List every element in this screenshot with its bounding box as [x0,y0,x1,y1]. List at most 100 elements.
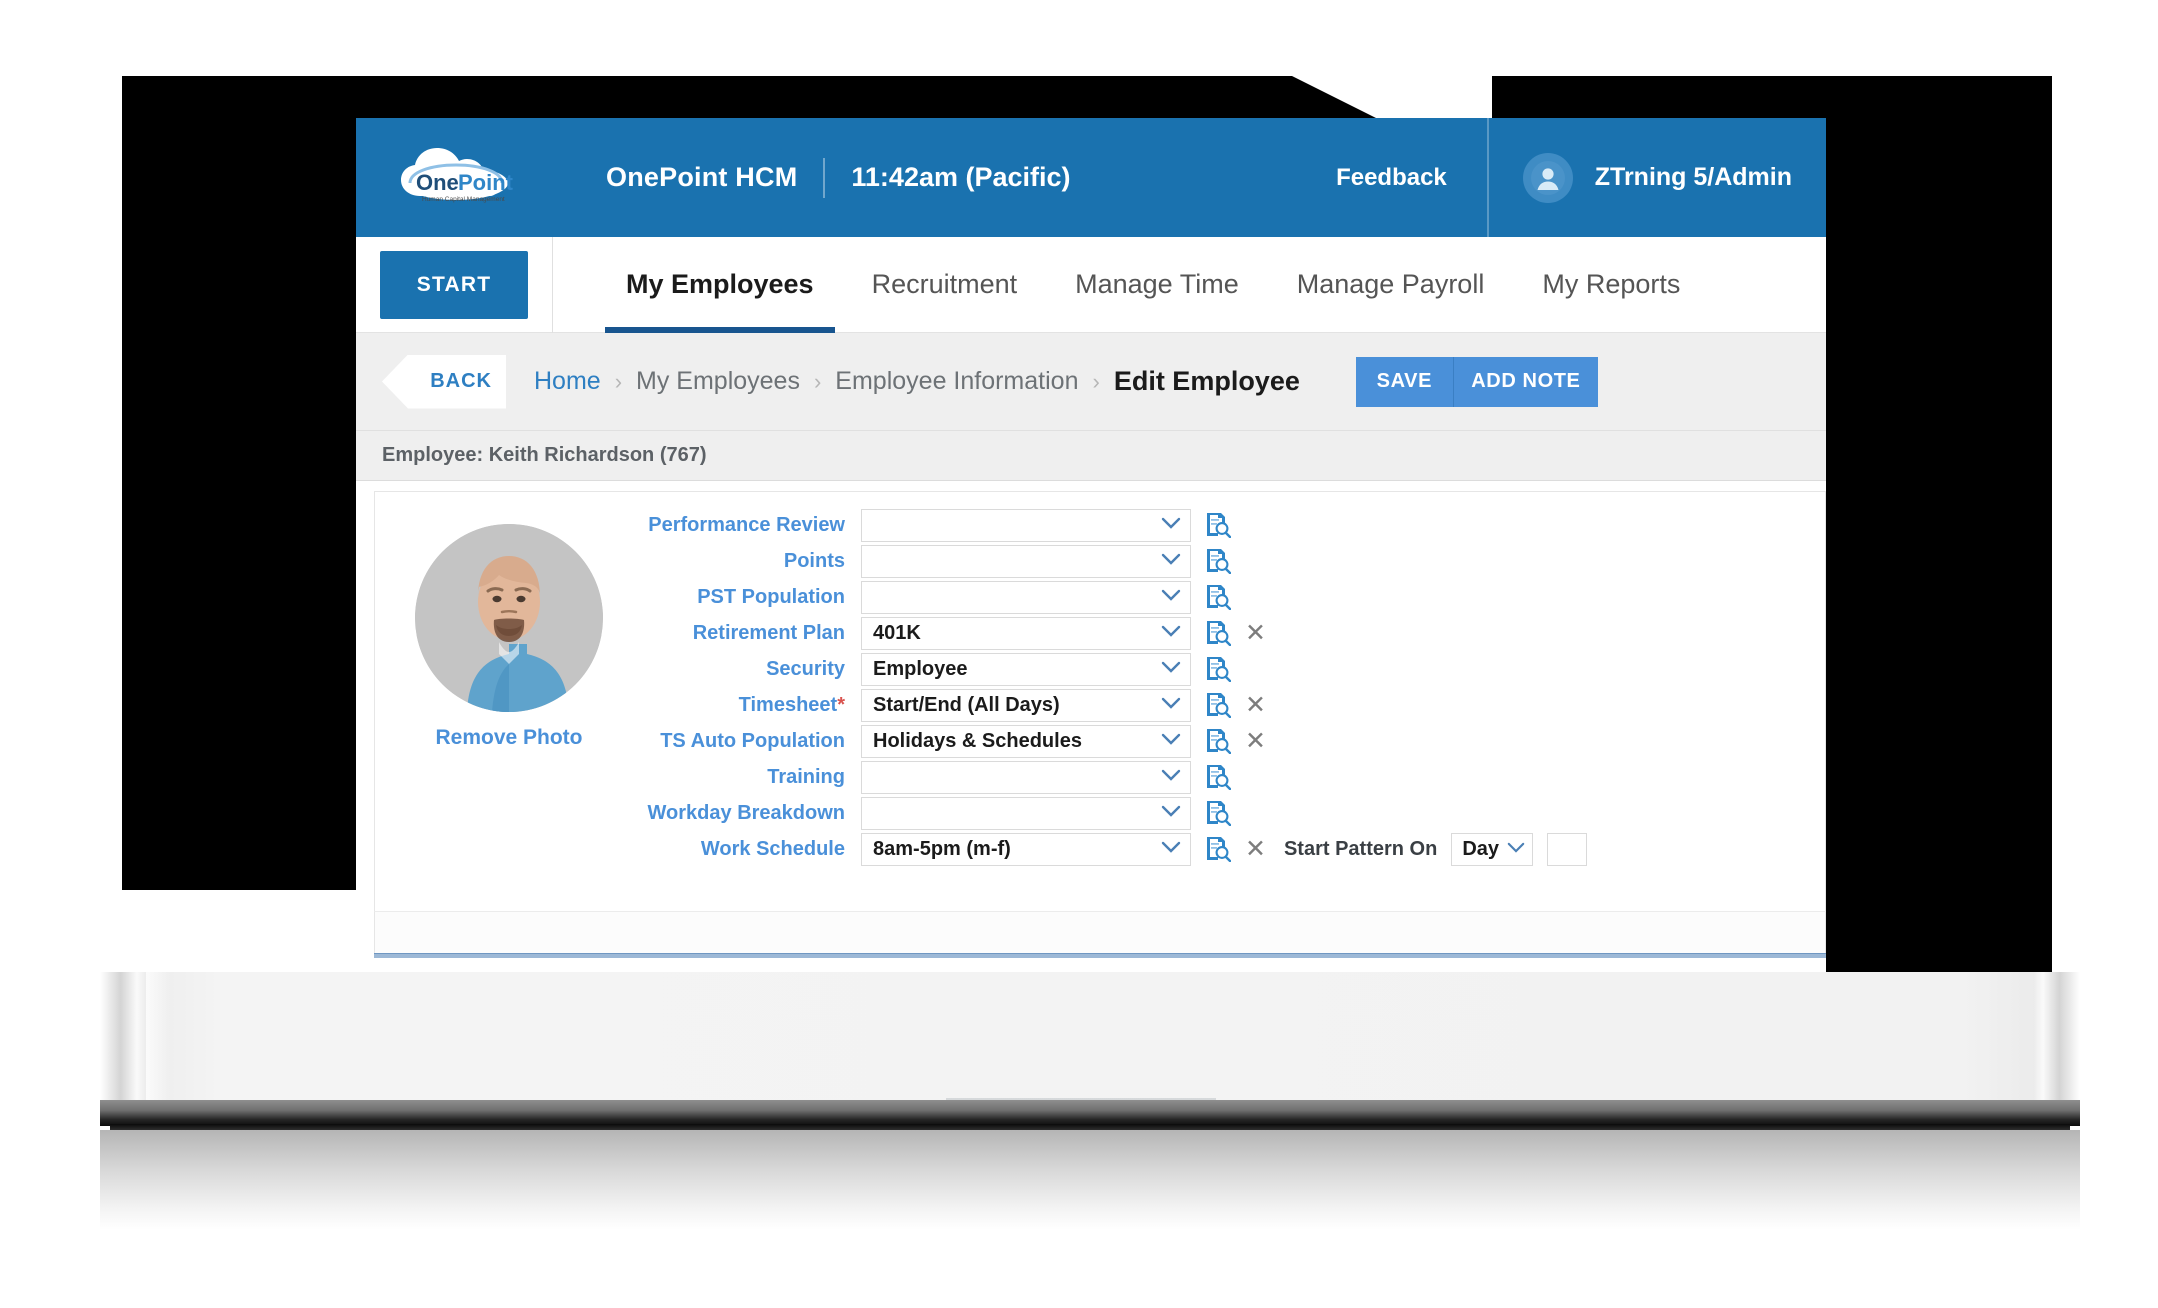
chevron-down-icon [1161,660,1181,678]
select-points[interactable] [861,544,1191,578]
field-row-ts-auto-population: TS Auto Population Holidays & Schedules [643,724,1825,758]
feedback-link[interactable]: Feedback [1336,164,1487,192]
user-menu[interactable]: ZTrning 5/Admin [1489,152,1826,203]
select-value: 401K [873,621,921,644]
label-pst-population: PST Population [697,585,845,608]
select-workday-breakdown[interactable] [861,796,1191,830]
select-pst-population[interactable] [861,580,1191,614]
svg-text:One: One [416,170,459,195]
chevron-down-icon [1161,732,1181,750]
remove-photo-link[interactable]: Remove Photo [435,726,582,750]
tab-recruitment[interactable]: Recruitment [843,237,1047,333]
document-search-icon[interactable] [1205,728,1231,754]
document-search-icon[interactable] [1205,512,1231,538]
chevron-down-icon [1161,840,1181,858]
svg-text:Human Capital Management: Human Capital Management [422,196,505,203]
tab-manage-payroll[interactable]: Manage Payroll [1268,237,1514,333]
laptop-left-hinge [100,972,146,1100]
laptop-base-lip [100,1100,2080,1126]
chevron-down-icon [1161,804,1181,822]
label-retirement-plan: Retirement Plan [692,621,845,644]
document-search-icon[interactable] [1205,584,1231,610]
app-brand-title: OnePoint HCM [606,162,798,192]
add-note-button[interactable]: ADD NOTE [1453,356,1598,407]
breadcrumb-item-my-employees[interactable]: My Employees [636,367,800,396]
field-row-timesheet: Timesheet* Start/End (All Days) ✕ [643,688,1825,722]
breadcrumb-separator-icon: › [614,368,623,394]
select-start-pattern-day[interactable]: Day [1451,832,1534,866]
field-row-security: Security Employee [643,652,1825,686]
label-ts-auto-population: TS Auto Population [660,729,845,752]
label-text: Timesheet [738,693,838,716]
select-value: Day [1462,837,1500,860]
breadcrumb-item-edit-employee: Edit Employee [1113,366,1300,396]
document-search-icon[interactable] [1205,620,1231,646]
select-retirement-plan[interactable]: 401K [861,616,1191,650]
laptop-right-hinge [2034,972,2080,1100]
document-search-icon[interactable] [1205,656,1231,682]
employee-name-label: Employee: Keith Richardson (767) [382,444,707,466]
tab-my-employees[interactable]: My Employees [597,237,843,333]
breadcrumb-separator-icon: › [813,368,822,394]
select-value: Holidays & Schedules [873,729,1082,752]
tab-my-reports[interactable]: My Reports [1513,237,1709,333]
document-search-icon[interactable] [1205,692,1231,718]
header-divider [823,157,826,198]
start-button[interactable]: START [380,250,528,319]
select-performance-review[interactable] [861,508,1191,542]
label-work-schedule: Work Schedule [700,837,845,860]
field-row-points: Points [643,544,1825,578]
select-timesheet[interactable]: Start/End (All Days) [861,688,1191,722]
document-search-icon[interactable] [1205,800,1231,826]
label-performance-review: Performance Review [648,513,845,536]
field-row-retirement-plan: Retirement Plan 401K ✕ [643,616,1825,650]
back-button[interactable]: BACK [382,354,506,409]
select-ts-auto-population[interactable]: Holidays & Schedules [861,724,1191,758]
required-asterisk: * [837,693,845,716]
onepoint-cloud-logo-icon[interactable]: One Point Human Capital Management [386,138,546,218]
select-security[interactable]: Employee [861,652,1191,686]
chevron-down-icon [1161,624,1181,642]
select-start-pattern-date[interactable] [1547,832,1588,866]
user-avatar-icon [1522,152,1573,203]
breadcrumb-bar: BACK Home › My Employees › Employee Info… [356,333,1826,431]
close-x-icon[interactable]: ✕ [1245,728,1266,754]
breadcrumb-actions: SAVE ADD NOTE [1355,356,1598,407]
close-x-icon[interactable]: ✕ [1245,692,1266,718]
document-search-icon[interactable] [1205,548,1231,574]
form-footer-strip [374,911,1826,953]
label-security: Security [766,657,845,680]
app-header: One Point Human Capital Management OnePo… [356,118,1826,237]
header-right-group: Feedback ZTrning 5/Admin [1336,118,1826,237]
save-button[interactable]: SAVE [1355,356,1454,407]
select-value: 8am-5pm (m-f) [873,837,1011,860]
chevron-down-icon [1161,516,1181,534]
breadcrumb-separator-icon: › [1092,368,1100,394]
photo-column: Remove Photo [375,504,643,911]
chevron-down-icon [1161,552,1181,570]
laptop-drop-shadow [100,1130,2080,1230]
document-search-icon[interactable] [1205,836,1231,862]
close-x-icon[interactable]: ✕ [1245,836,1266,862]
form-fields: Performance Review Points PST Population… [643,504,1825,911]
chevron-down-icon [1161,696,1181,714]
chevron-down-icon [1161,768,1181,786]
select-training[interactable] [861,760,1191,794]
label-timesheet: Timesheet* [643,694,861,717]
tab-manage-time[interactable]: Manage Time [1046,237,1268,333]
close-x-icon[interactable]: ✕ [1245,620,1266,646]
breadcrumb-item-employee-information[interactable]: Employee Information [835,367,1078,396]
field-row-workday-breakdown: Workday Breakdown [643,796,1825,830]
select-value: Start/End (All Days) [873,693,1060,716]
username-label: ZTrning 5/Admin [1594,163,1792,191]
document-search-icon[interactable] [1205,764,1231,790]
field-row-pst-population: PST Population [643,580,1825,614]
breadcrumb-item-home[interactable]: Home [534,367,601,396]
select-value: Employee [873,657,968,680]
chevron-down-icon [1161,588,1181,606]
employee-form-card: Remove Photo Performance Review Points P… [374,491,1826,911]
nav-divider [552,236,553,333]
laptop-base [100,972,2080,1100]
select-work-schedule[interactable]: 8am-5pm (m-f) [861,832,1191,866]
nav-tabs: My Employees Recruitment Manage Time Man… [597,237,1709,333]
